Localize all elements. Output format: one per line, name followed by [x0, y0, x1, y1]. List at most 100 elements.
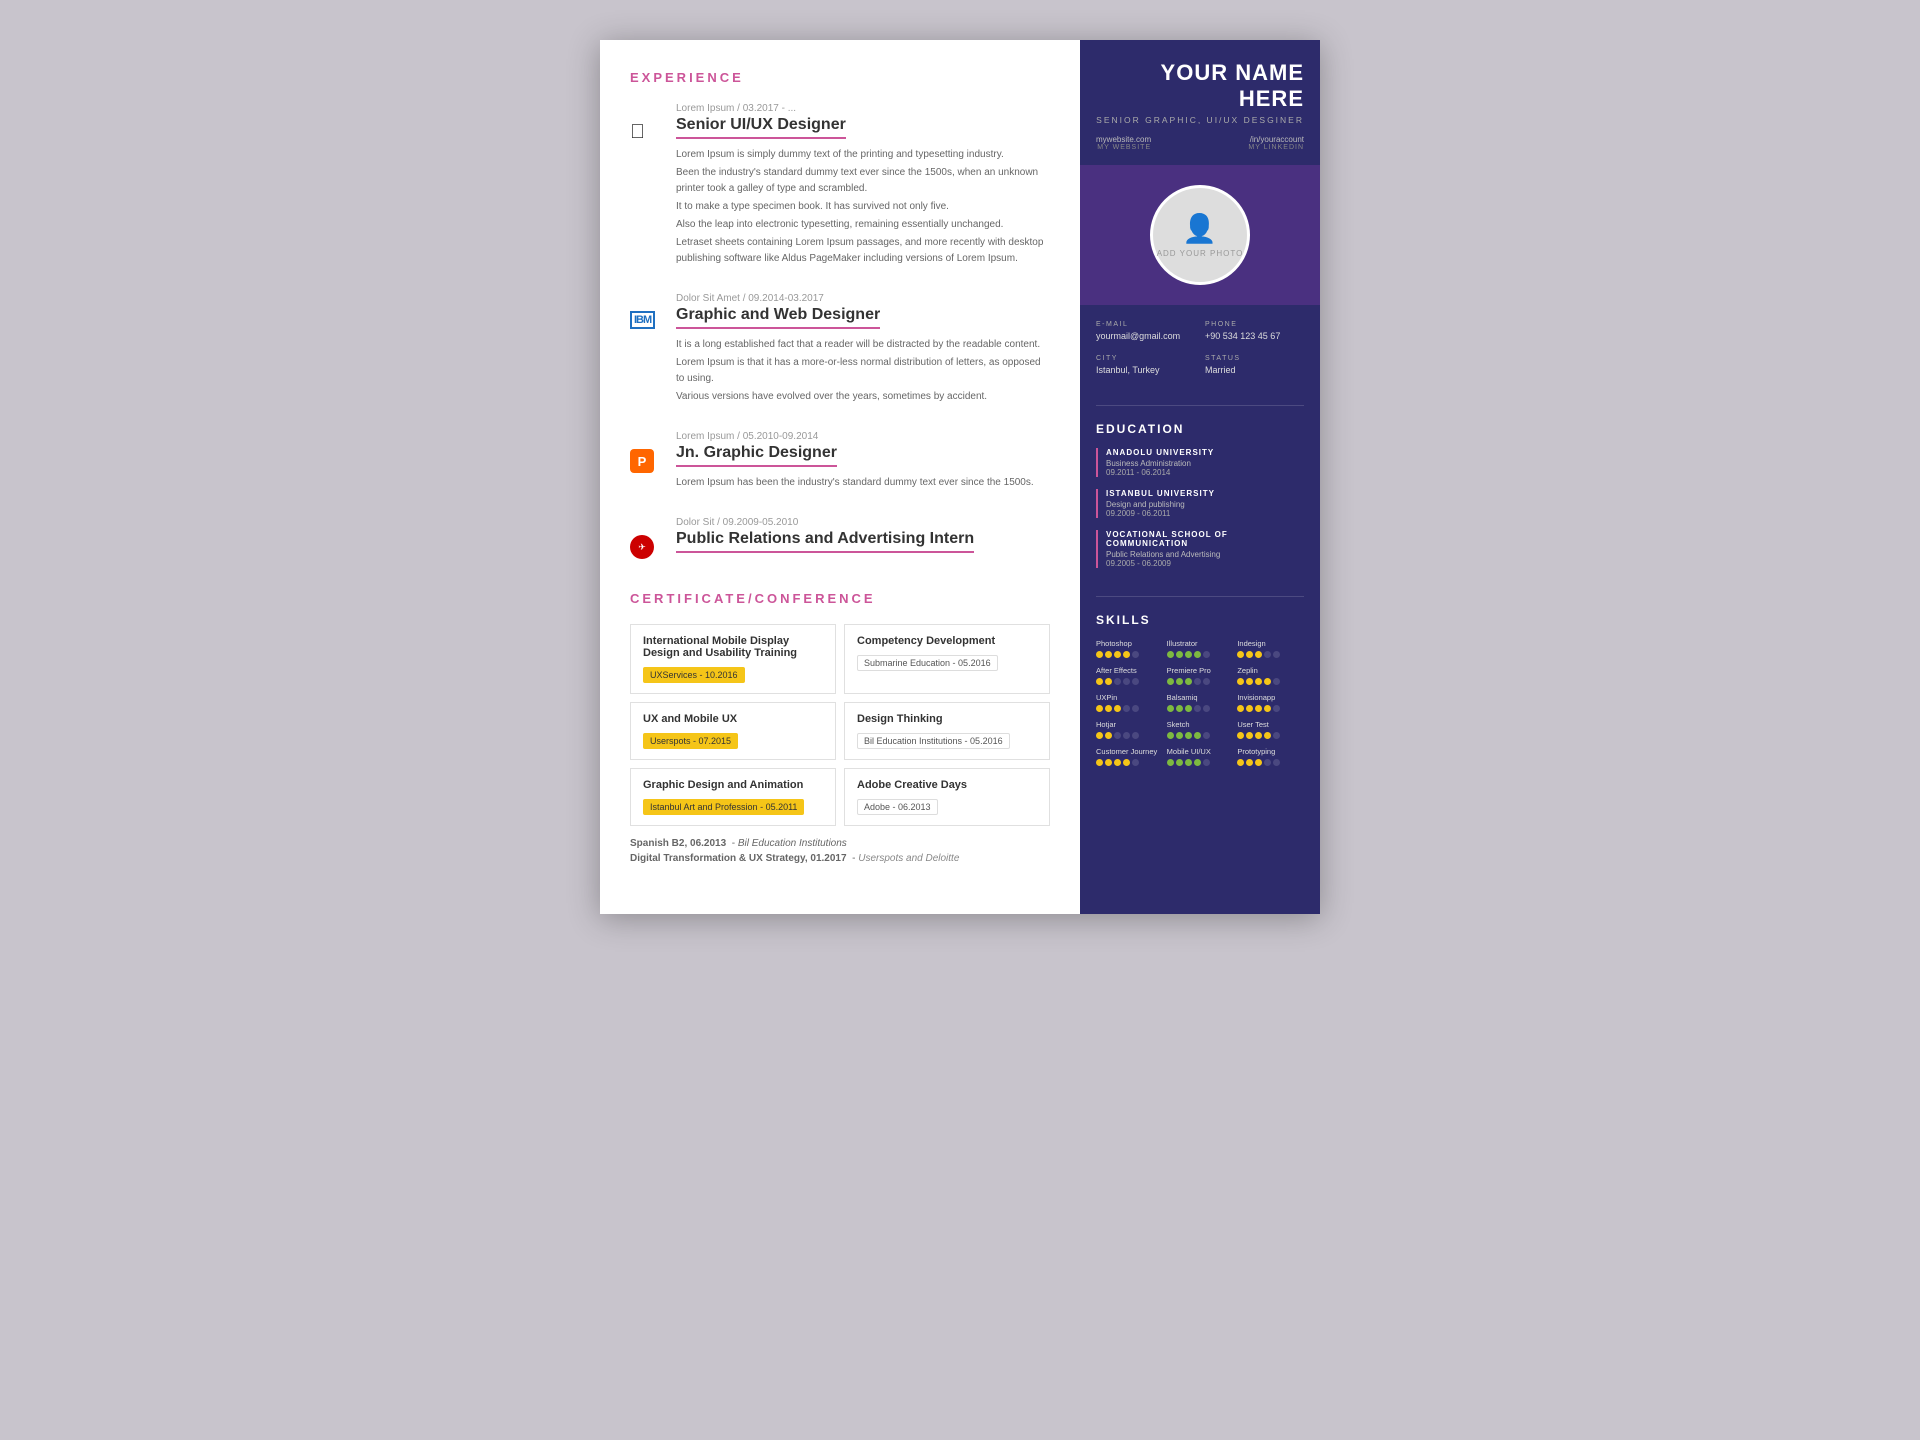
skill-dot — [1246, 732, 1253, 739]
ibm-icon: IBM — [630, 311, 655, 329]
photo-placeholder: 👤 ADD YOUR PHOTO — [1150, 185, 1250, 285]
skill-dot — [1255, 705, 1262, 712]
skill-dot — [1237, 759, 1244, 766]
cert-lang-provider: Bil Education Institutions — [738, 838, 847, 849]
exp-desc-1: Lorem Ipsum is simply dummy text of the … — [676, 147, 1050, 267]
right-links: mywebsite.com MY WEBSITE /in/youraccount… — [1096, 135, 1304, 151]
linkedin-url[interactable]: /in/youraccount — [1248, 135, 1304, 144]
phone-label: PHONE — [1205, 321, 1304, 328]
skill-dot — [1273, 759, 1280, 766]
skill-dots — [1167, 651, 1234, 658]
exp-desc-p: Also the leap into electronic typesettin… — [676, 217, 1050, 233]
person-icon: 👤 — [1182, 212, 1218, 245]
cert-section: CERTIFICATE/CONFERENCE International Mob… — [630, 591, 1050, 864]
edu-item-3: VOCATIONAL SCHOOL OF COMMUNICATION Publi… — [1096, 530, 1304, 568]
skill-dot — [1185, 705, 1192, 712]
skill-dots — [1237, 759, 1304, 766]
edu-field-2: Design and publishing — [1106, 500, 1304, 509]
skill-dot — [1255, 678, 1262, 685]
skill-dot — [1246, 705, 1253, 712]
skill-name: Sketch — [1167, 720, 1234, 729]
skill-dot — [1123, 678, 1130, 685]
cert-card: Adobe Creative Days Adobe - 06.2013 — [844, 768, 1050, 826]
skill-dot — [1273, 705, 1280, 712]
skill-dot — [1194, 651, 1201, 658]
cert-card: Graphic Design and Animation Istanbul Ar… — [630, 768, 836, 826]
linkedin-label: MY LINKEDIN — [1248, 144, 1304, 151]
skill-dot — [1255, 732, 1262, 739]
exp-title-3: Jn. Graphic Designer — [676, 444, 837, 467]
skill-dot — [1176, 759, 1183, 766]
skill-dot — [1264, 759, 1271, 766]
skill-name: Illustrator — [1167, 639, 1234, 648]
exp-desc-2: It is a long established fact that a rea… — [676, 337, 1050, 405]
skill-dot — [1114, 759, 1121, 766]
skill-dot — [1132, 651, 1139, 658]
exp-desc-p: Various versions have evolved over the y… — [676, 389, 1050, 405]
edu-item-1: ANADOLU UNIVERSITY Business Administrati… — [1096, 448, 1304, 477]
resume-subtitle: SENIOR GRAPHIC, UI/UX DESGINER — [1096, 115, 1304, 125]
skill-name: After Effects — [1096, 666, 1163, 675]
cert-name: UX and Mobile UX — [643, 713, 823, 725]
skill-dot — [1237, 678, 1244, 685]
cert-name: Adobe Creative Days — [857, 779, 1037, 791]
exp-date-1: Lorem Ipsum / 03.2017 - ... — [676, 103, 1050, 114]
skill-item: After Effects — [1096, 666, 1163, 685]
cert-grid: International Mobile Display Design and … — [630, 624, 1050, 826]
skill-item: Hotjar — [1096, 720, 1163, 739]
skill-dot — [1203, 759, 1210, 766]
skill-item: User Test — [1237, 720, 1304, 739]
cert-provider: Istanbul Art and Profession - 05.2011 — [643, 799, 804, 815]
edu-school-3: VOCATIONAL SCHOOL OF COMMUNICATION — [1106, 530, 1304, 548]
exp-desc-p: It to make a type specimen book. It has … — [676, 199, 1050, 215]
skill-dot — [1132, 705, 1139, 712]
city-label: CITY — [1096, 355, 1195, 362]
exp-date-3: Lorem Ipsum / 05.2010-09.2014 — [676, 431, 1050, 442]
skill-dot — [1176, 678, 1183, 685]
website-url[interactable]: mywebsite.com — [1096, 135, 1151, 144]
experience-section: EXPERIENCE  Lorem Ipsum / 03.2017 - ...… — [630, 70, 1050, 561]
website-link[interactable]: mywebsite.com MY WEBSITE — [1096, 135, 1151, 151]
skill-dot — [1273, 651, 1280, 658]
skill-dots — [1096, 678, 1163, 685]
cert-provider: Submarine Education - 05.2016 — [857, 655, 998, 671]
exp-title-2: Graphic and Web Designer — [676, 306, 880, 329]
contact-city: CITY Istanbul, Turkey — [1096, 355, 1195, 375]
photo-text: ADD YOUR PHOTO — [1157, 249, 1244, 258]
exp-desc-p: It is a long established fact that a rea… — [676, 337, 1050, 353]
exp-content-3: Lorem Ipsum / 05.2010-09.2014 Jn. Graphi… — [676, 431, 1050, 493]
skill-dot — [1264, 651, 1271, 658]
skill-dots — [1237, 651, 1304, 658]
skill-name: Zeplin — [1237, 666, 1304, 675]
cert-provider: Adobe - 06.2013 — [857, 799, 938, 815]
skill-item: Premiere Pro — [1167, 666, 1234, 685]
cert-provider: Userspots - 07.2015 — [643, 733, 738, 749]
skill-dot — [1203, 651, 1210, 658]
skill-dot — [1105, 759, 1112, 766]
exp-title-1: Senior UI/UX Designer — [676, 116, 846, 139]
skill-dot — [1176, 651, 1183, 658]
cert-digital-provider: Userspots and Deloitte — [858, 853, 959, 864]
skill-dots — [1237, 678, 1304, 685]
linkedin-link[interactable]: /in/youraccount MY LINKEDIN — [1248, 135, 1304, 151]
skill-dot — [1185, 732, 1192, 739]
skill-dot — [1246, 651, 1253, 658]
cert-title: CERTIFICATE/CONFERENCE — [630, 591, 1050, 606]
contact-status: STATUS Married — [1205, 355, 1304, 375]
skill-dot — [1273, 732, 1280, 739]
skill-dots — [1237, 732, 1304, 739]
contact-area: E-MAIL yourmail@gmail.com PHONE +90 534 … — [1080, 305, 1320, 405]
cert-name: Competency Development — [857, 635, 1037, 647]
apple-icon:  — [630, 121, 645, 144]
contact-row-2: CITY Istanbul, Turkey STATUS Married — [1096, 355, 1304, 375]
city-value: Istanbul, Turkey — [1096, 365, 1195, 375]
skill-dots — [1167, 732, 1234, 739]
skill-dot — [1167, 678, 1174, 685]
skill-dot — [1096, 678, 1103, 685]
exp-desc-p: Lorem Ipsum is that it has a more-or-les… — [676, 355, 1050, 387]
exp-desc-p: Lorem Ipsum is simply dummy text of the … — [676, 147, 1050, 163]
skill-item: UXPin — [1096, 693, 1163, 712]
divider-2 — [1096, 596, 1304, 597]
contact-email: E-MAIL yourmail@gmail.com — [1096, 321, 1195, 341]
phone-value: +90 534 123 45 67 — [1205, 331, 1304, 341]
